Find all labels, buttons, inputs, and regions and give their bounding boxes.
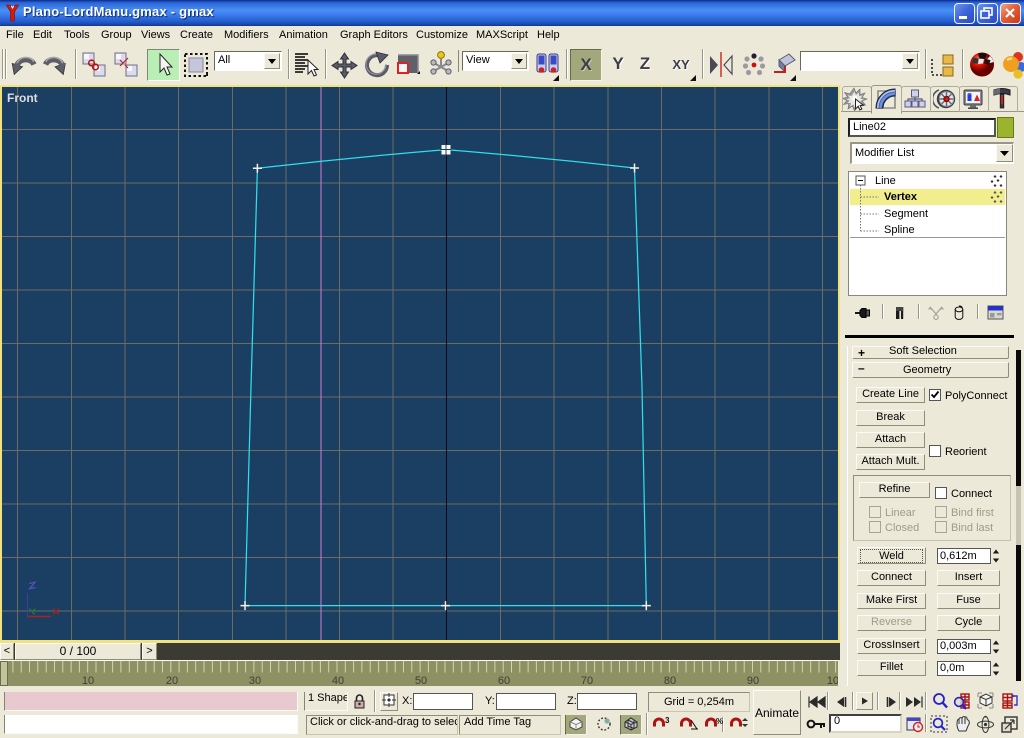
svg-text:80: 80: [664, 675, 676, 686]
svg-text:40: 40: [332, 675, 344, 686]
svg-text:%: %: [716, 717, 723, 726]
svg-text:3: 3: [665, 716, 670, 725]
svg-text:50: 50: [415, 675, 427, 686]
svg-text:60: 60: [498, 675, 510, 686]
svg-text:30: 30: [249, 675, 261, 686]
svg-text:70: 70: [581, 675, 593, 686]
svg-text:90: 90: [747, 675, 759, 686]
svg-text:20: 20: [166, 675, 178, 686]
svg-text:100: 100: [827, 675, 838, 686]
svg-text:10: 10: [82, 675, 94, 686]
